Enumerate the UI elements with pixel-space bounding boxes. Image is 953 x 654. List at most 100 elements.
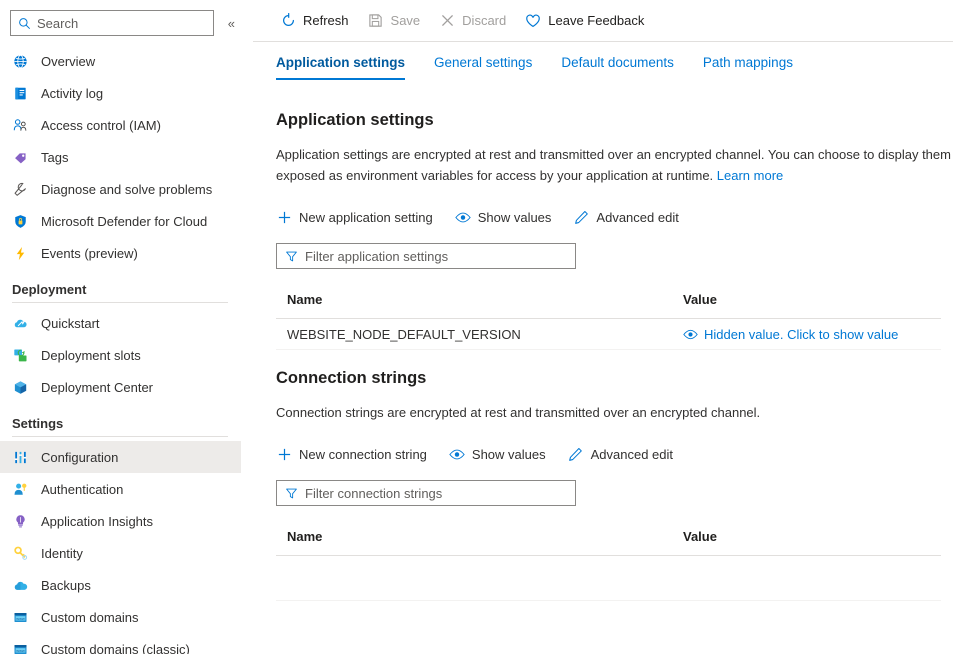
advanced-edit-label: Advanced edit [596,209,679,225]
search-icon [18,17,31,30]
save-button[interactable]: Save [364,7,430,35]
learn-more-link[interactable]: Learn more [717,168,783,183]
tag-icon [12,149,29,166]
table-header: Name Value [276,529,941,556]
sidebar-item-label: Access control (IAM) [41,117,161,133]
tab-default-documents[interactable]: Default documents [561,55,674,80]
pencil-icon [573,209,589,225]
filter-icon [285,487,298,500]
slots-icon [12,347,29,364]
sidebar-group-divider [12,436,228,437]
sidebar-item-label: Backups [41,577,91,593]
sliders-icon [12,449,29,466]
new-connection-string-button[interactable]: New connection string [276,446,427,462]
sidebar-item-identity[interactable]: Identity [0,537,241,569]
search-box[interactable] [10,10,214,36]
sidebar-item-label: Authentication [41,481,124,497]
tab-general-settings[interactable]: General settings [434,55,532,80]
connection-strings-commands: New connection string Show values Advanc… [276,441,953,467]
sidebar-item-label: Deployment slots [41,347,141,363]
hidden-value-text: Hidden value. Click to show value [704,326,899,342]
filter-application-settings-box[interactable] [276,243,576,269]
hidden-value-link[interactable]: Hidden value. Click to show value [683,327,941,342]
advanced-edit-button[interactable]: Advanced edit [573,209,679,225]
plus-icon [276,446,292,462]
sidebar-item-events[interactable]: Events (preview) [0,237,241,269]
cloud-rocket-icon [12,315,29,332]
sidebar-item-backups[interactable]: Backups [0,569,241,601]
shield-icon [12,213,29,230]
filter-application-settings-input[interactable] [305,248,555,264]
new-application-setting-label: New application setting [299,209,433,225]
sidebar-item-label: Tags [41,149,69,165]
lightbulb-icon [12,513,29,530]
sidebar-item-label: Microsoft Defender for Cloud [41,213,208,229]
setting-value-cell: Hidden value. Click to show value [683,327,941,342]
close-icon [439,13,455,29]
cube-icon [12,379,29,396]
plus-icon [276,209,292,225]
feedback-label: Leave Feedback [548,13,645,28]
sidebar-item-label: Overview [41,53,96,69]
main-content: Refresh Save Discard Leave Feedback Appl… [253,0,953,654]
connection-strings-title: Connection strings [276,369,427,387]
sidebar-item-deployment-slots[interactable]: Deployment slots [0,339,241,371]
sidebar-item-overview[interactable]: Overview [0,45,241,77]
sidebar-item-custom-domains[interactable]: www Custom domains [0,601,241,633]
sidebar-item-activity-log[interactable]: Activity log [0,77,241,109]
sidebar-item-defender[interactable]: Microsoft Defender for Cloud [0,205,241,237]
filter-connection-strings-box[interactable] [276,480,576,506]
sidebar-group-header-deployment: Deployment [12,282,87,297]
save-icon [368,13,384,29]
globe-icon [12,53,29,70]
sidebar-item-access-control[interactable]: Access control (IAM) [0,109,241,141]
discard-button[interactable]: Discard [435,7,515,35]
sidebar-item-deployment-center[interactable]: Deployment Center [0,371,241,403]
sidebar-item-label: Events (preview) [41,245,138,261]
sidebar-item-application-insights[interactable]: Application Insights [0,505,241,537]
filter-connection-strings-input[interactable] [305,485,555,501]
new-application-setting-button[interactable]: New application setting [276,209,433,225]
sidebar-item-custom-domains-classic[interactable]: www Custom domains (classic) [0,633,241,654]
www-icon: www [12,609,29,626]
column-header-name: Name [287,529,323,544]
command-toolbar: Refresh Save Discard Leave Feedback [253,0,953,41]
sidebar-item-configuration[interactable]: Configuration [0,441,241,473]
connection-strings-advanced-edit-button[interactable]: Advanced edit [568,446,673,462]
application-settings-description: Application settings are encrypted at re… [276,144,953,186]
sidebar-item-tags[interactable]: Tags [0,141,241,173]
table-row[interactable]: WEBSITE_NODE_DEFAULT_VERSION Hidden valu… [276,319,941,350]
cloud-icon [12,577,29,594]
leave-feedback-button[interactable]: Leave Feedback [521,7,653,35]
tab-path-mappings[interactable]: Path mappings [703,55,793,80]
settings-content: Application settings Application setting… [253,92,953,654]
new-connection-string-label: New connection string [299,446,427,462]
table-header: Name Value [276,292,941,319]
tab-application-settings[interactable]: Application settings [276,55,406,80]
sidebar-item-label: Activity log [41,85,104,101]
sidebar-item-diagnose[interactable]: Diagnose and solve problems [0,173,241,205]
table-row-empty [276,556,941,601]
resource-menu-sidebar: « Overview [0,0,241,654]
tab-bar: Application settings General settings De… [253,55,953,94]
refresh-label: Refresh [303,13,349,28]
sidebar-nav-list: Overview Activity log Access control (IA… [0,45,241,654]
collapse-menu-button[interactable]: « [222,12,241,34]
connection-strings-show-values-button[interactable]: Show values [449,446,546,462]
connection-strings-show-values-label: Show values [471,446,546,462]
filter-icon [285,250,298,263]
search-input[interactable] [37,15,205,31]
refresh-icon [280,13,296,29]
sidebar-item-label: Quickstart [41,315,100,331]
application-settings-table: Name Value WEBSITE_NODE_DEFAULT_VERSION [276,292,941,350]
eye-icon [454,209,471,225]
sidebar-item-label: Custom domains (classic) [41,641,190,654]
wrench-icon [12,181,29,198]
connection-strings-table: Name Value [276,529,941,601]
sidebar-item-quickstart[interactable]: Quickstart [0,307,241,339]
sidebar-item-label: Configuration [41,449,119,465]
refresh-button[interactable]: Refresh [276,7,358,35]
show-values-button[interactable]: Show values [454,209,551,225]
sidebar-item-authentication[interactable]: Authentication [0,473,241,505]
application-settings-description-text: Application settings are encrypted at re… [276,147,953,183]
